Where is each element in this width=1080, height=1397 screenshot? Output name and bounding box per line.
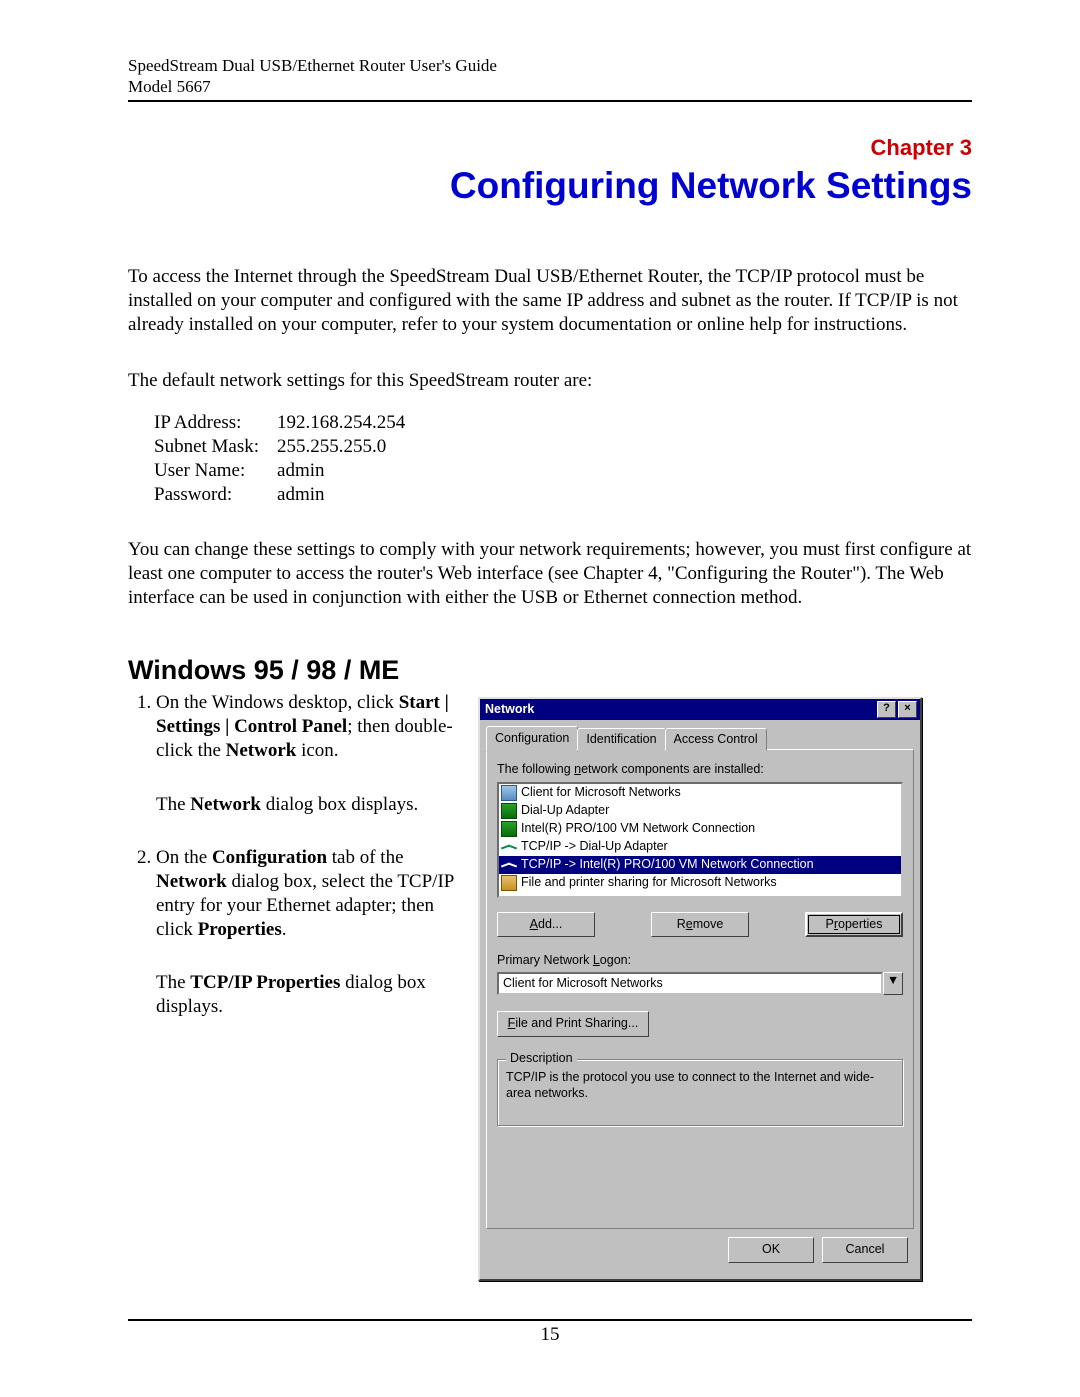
components-listbox[interactable]: Client for Microsoft Networks Dial-Up Ad…: [497, 782, 903, 898]
setting-label: Password:: [154, 483, 277, 507]
setting-label: User Name:: [154, 459, 277, 483]
header-line-2: Model 5667: [128, 76, 972, 97]
table-row: Subnet Mask:255.255.255.0: [154, 435, 423, 459]
two-column-layout: On the Windows desktop, click Start | Se…: [128, 691, 972, 1280]
header-line-1: SpeedStream Dual USB/Ethernet Router Use…: [128, 55, 972, 76]
chapter-label: Chapter 3: [128, 134, 972, 162]
setting-value: admin: [277, 483, 423, 507]
tab-strip: Configuration Identification Access Cont…: [486, 724, 914, 750]
list-button-row: Add... Remove Properties: [497, 912, 903, 938]
list-item[interactable]: Client for Microsoft Networks: [499, 784, 901, 802]
chevron-down-icon[interactable]: ▼: [883, 972, 903, 996]
list-item[interactable]: TCP/IP -> Dial-Up Adapter: [499, 838, 901, 856]
setting-value: 192.168.254.254: [277, 411, 423, 435]
service-icon: [501, 875, 517, 891]
primary-logon-dropdown[interactable]: Client for Microsoft Networks ▼: [497, 972, 903, 996]
adapter-icon: [501, 803, 517, 819]
description-text: TCP/IP is the protocol you use to connec…: [506, 1070, 894, 1101]
setting-label: IP Address:: [154, 411, 277, 435]
adapter-icon: [501, 821, 517, 837]
page-number: 15: [128, 1321, 972, 1347]
groupbox-legend: Description: [506, 1051, 577, 1067]
table-row: IP Address:192.168.254.254: [154, 411, 423, 435]
dropdown-value: Client for Microsoft Networks: [497, 972, 883, 996]
table-row: User Name:admin: [154, 459, 423, 483]
instruction-column: On the Windows desktop, click Start | Se…: [128, 691, 478, 1049]
list-item: On the Windows desktop, click Start | Se…: [156, 691, 458, 816]
defaults-intro: The default network settings for this Sp…: [128, 369, 972, 393]
network-dialog: Network ? × Configuration Identification…: [478, 697, 922, 1280]
setting-value: 255.255.255.0: [277, 435, 423, 459]
change-paragraph: You can change these settings to comply …: [128, 538, 972, 609]
table-row: Password:admin: [154, 483, 423, 507]
setting-value: admin: [277, 459, 423, 483]
list-item: On the Configuration tab of the Network …: [156, 846, 458, 1019]
properties-button[interactable]: Properties: [805, 912, 903, 938]
cancel-button[interactable]: Cancel: [822, 1237, 908, 1263]
protocol-icon: [501, 857, 517, 873]
list-item[interactable]: Intel(R) PRO/100 VM Network Connection: [499, 820, 901, 838]
ok-button[interactable]: OK: [728, 1237, 814, 1263]
help-button[interactable]: ?: [877, 701, 896, 718]
remove-button[interactable]: Remove: [651, 912, 749, 938]
client-icon: [501, 785, 517, 801]
list-item-selected[interactable]: TCP/IP -> Intel(R) PRO/100 VM Network Co…: [499, 856, 901, 874]
setting-label: Subnet Mask:: [154, 435, 277, 459]
logon-label: Primary Network Logon:: [497, 953, 903, 969]
section-heading: Windows 95 / 98 / ME: [128, 654, 972, 688]
list-item[interactable]: Dial-Up Adapter: [499, 802, 901, 820]
tab-panel: The following network components are ins…: [486, 749, 914, 1229]
add-button[interactable]: Add...: [497, 912, 595, 938]
list-item[interactable]: File and printer sharing for Microsoft N…: [499, 874, 901, 892]
intro-paragraph: To access the Internet through the Speed…: [128, 265, 972, 336]
chapter-title: Configuring Network Settings: [128, 163, 972, 209]
page: SpeedStream Dual USB/Ethernet Router Use…: [0, 0, 1080, 1397]
dialog-body: Configuration Identification Access Cont…: [480, 720, 920, 1278]
tab-configuration[interactable]: Configuration: [486, 726, 578, 752]
dialog-button-row: OK Cancel: [486, 1229, 914, 1269]
default-settings-table: IP Address:192.168.254.254 Subnet Mask:2…: [154, 411, 423, 506]
protocol-icon: [501, 839, 517, 855]
window-title: Network: [485, 702, 534, 718]
running-header: SpeedStream Dual USB/Ethernet Router Use…: [128, 55, 972, 102]
title-bar[interactable]: Network ? ×: [480, 699, 920, 720]
file-print-sharing-button[interactable]: File and Print Sharing...: [497, 1011, 649, 1037]
close-button[interactable]: ×: [898, 701, 917, 718]
tab-identification[interactable]: Identification: [577, 728, 665, 751]
description-groupbox: Description TCP/IP is the protocol you u…: [497, 1059, 903, 1126]
components-label: The following network components are ins…: [497, 762, 903, 778]
step-list: On the Windows desktop, click Start | Se…: [128, 691, 458, 1019]
tab-access-control[interactable]: Access Control: [665, 728, 767, 751]
